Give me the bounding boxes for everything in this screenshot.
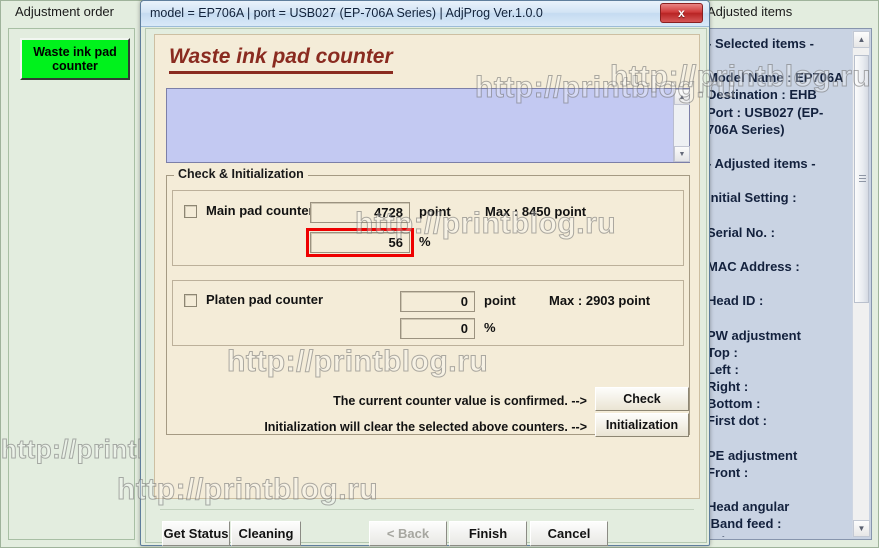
scroll-up-arrow-icon[interactable]: ▲ <box>853 31 870 48</box>
adjusted-items-scrollbar[interactable]: ▲ ▼ <box>852 31 870 537</box>
scroll-down-arrow-icon[interactable]: ▼ <box>853 520 870 537</box>
platen-pad-counter-label: Platen pad counter <box>206 292 324 307</box>
platen-pad-counter-percent-field[interactable]: 0 <box>400 318 475 339</box>
cancel-button[interactable]: Cancel <box>530 521 608 546</box>
waste-ink-pad-counter-dialog: model = EP706A | port = USB027 (EP-706A … <box>116 0 736 546</box>
dialog-titlebar[interactable]: model = EP706A | port = USB027 (EP-706A … <box>141 1 709 27</box>
adjustment-order-panel: Waste ink pad counter http://printblog.r… <box>1 28 229 540</box>
adjusted-items-panel: - Selected items - Model Name : EP706A D… <box>700 28 872 540</box>
dialog-title: model = EP706A | port = USB027 (EP-706A … <box>150 6 543 20</box>
main-pad-counter-label: Main pad counter <box>206 203 314 218</box>
scrollbar-thumb[interactable] <box>854 55 869 303</box>
initialization-description: Initialization will clear the selected a… <box>264 420 587 434</box>
main-pad-counter-row: Main pad counter 4728 point Max : 8450 p… <box>172 190 684 266</box>
platen-pad-counter-checkbox[interactable] <box>184 294 197 307</box>
dialog-body: Waste ink pad counter ▲ ▼ Check & Initia… <box>116 28 736 546</box>
waste-ink-pad-counter-button[interactable]: Waste ink pad counter <box>20 38 130 80</box>
main-pad-counter-max-label: Max : 8450 point <box>485 204 587 219</box>
scrollbar-grip-icon <box>859 175 866 183</box>
screen: Adjustment order Adjusted items Waste in… <box>0 0 879 548</box>
log-scroll-down-arrow-icon[interactable]: ▼ <box>674 146 690 162</box>
back-button: < Back <box>369 521 447 546</box>
log-scrollbar[interactable]: ▲ ▼ <box>673 89 690 162</box>
page-title: Waste ink pad counter <box>169 45 393 74</box>
adjusted-items-list: - Selected items - Model Name : EP706A D… <box>707 36 844 537</box>
platen-pad-counter-row: Platen pad counter 0 point Max : 2903 po… <box>172 280 684 346</box>
check-button[interactable]: Check <box>595 387 689 411</box>
content-card: Waste ink pad counter ▲ ▼ Check & Initia… <box>116 34 736 507</box>
log-textarea[interactable]: ▲ ▼ <box>166 88 690 163</box>
adjustment-order-caption: Adjustment order <box>15 4 114 19</box>
check-description: The current counter value is confirmed. … <box>333 394 587 408</box>
log-scroll-up-arrow-icon[interactable]: ▲ <box>674 89 690 105</box>
watermark-text: http://printblog.ru <box>116 473 379 507</box>
platen-pad-counter-max-label: Max : 2903 point <box>549 293 651 308</box>
get-status-button[interactable]: Get Status <box>162 521 230 546</box>
adjusted-items-caption: Adjusted items <box>707 4 793 19</box>
platen-pad-counter-point-field[interactable]: 0 <box>400 291 475 312</box>
check-and-initialization-group: Check & Initialization Main pad counter … <box>166 167 690 437</box>
finish-button[interactable]: Finish <box>449 521 527 546</box>
platen-pad-counter-point-unit: point <box>484 293 516 308</box>
cleaning-button[interactable]: Cleaning <box>231 521 301 546</box>
main-pad-counter-checkbox[interactable] <box>184 205 197 218</box>
group-legend: Check & Initialization <box>174 167 308 181</box>
divider <box>160 509 694 510</box>
main-pad-counter-point-field[interactable]: 4728 <box>310 202 410 223</box>
main-pad-counter-percent-unit: % <box>419 234 431 249</box>
close-icon[interactable]: x <box>660 3 703 23</box>
main-pad-counter-point-unit: point <box>419 204 451 219</box>
main-pad-counter-percent-field[interactable]: 56 <box>310 232 410 253</box>
initialization-button[interactable]: Initialization <box>595 413 689 437</box>
platen-pad-counter-percent-unit: % <box>484 320 496 335</box>
